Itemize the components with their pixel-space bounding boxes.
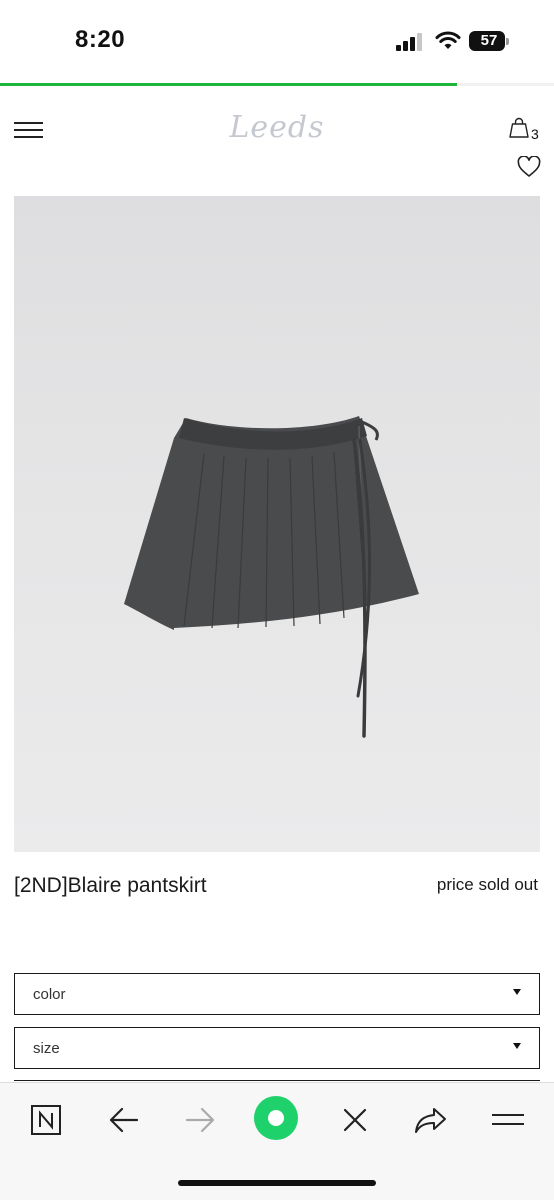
shopping-bag-icon [509, 117, 529, 138]
share-button[interactable] [413, 1102, 449, 1138]
close-tab-button[interactable] [337, 1102, 373, 1138]
close-icon [343, 1108, 367, 1132]
home-indicator [178, 1180, 376, 1186]
share-icon [415, 1108, 446, 1133]
back-arrow-icon [109, 1107, 139, 1133]
divider [14, 1080, 540, 1081]
home-n-icon [31, 1105, 61, 1135]
color-select-label: color [33, 986, 66, 1003]
product-image[interactable] [14, 196, 540, 852]
battery-icon: 57 [469, 31, 509, 51]
heart-icon[interactable] [517, 156, 541, 178]
green-assistant-button[interactable] [254, 1096, 298, 1140]
page-load-progress [0, 83, 554, 86]
battery-level: 57 [480, 32, 498, 49]
pleated-skirt-illustration [124, 416, 419, 738]
status-bar: 8:20 57 [0, 0, 554, 84]
signal-icon [396, 33, 422, 51]
hamburger-menu-icon [492, 1114, 524, 1125]
forward-arrow-icon [185, 1107, 215, 1133]
chevron-down-icon [513, 989, 521, 995]
status-time: 8:20 [75, 26, 126, 53]
green-assistant-icon [268, 1110, 284, 1126]
browser-menu-button[interactable] [490, 1102, 526, 1138]
home-n-button[interactable] [28, 1102, 64, 1138]
cart-button[interactable]: 3 [508, 117, 540, 143]
product-price-status: price sold out [436, 875, 538, 894]
page-load-progress-fill [0, 83, 458, 86]
forward-button[interactable] [182, 1102, 218, 1138]
chevron-down-icon [513, 1043, 521, 1049]
cart-count: 3 [531, 126, 539, 142]
wifi-icon [435, 31, 461, 49]
size-select[interactable]: size [14, 1027, 540, 1069]
size-select-label: size [33, 1040, 60, 1057]
site-logo[interactable]: Leeds [0, 110, 554, 145]
color-select[interactable]: color [14, 973, 540, 1015]
back-button[interactable] [106, 1102, 142, 1138]
product-name: [2ND]Blaire pantskirt [14, 874, 207, 897]
